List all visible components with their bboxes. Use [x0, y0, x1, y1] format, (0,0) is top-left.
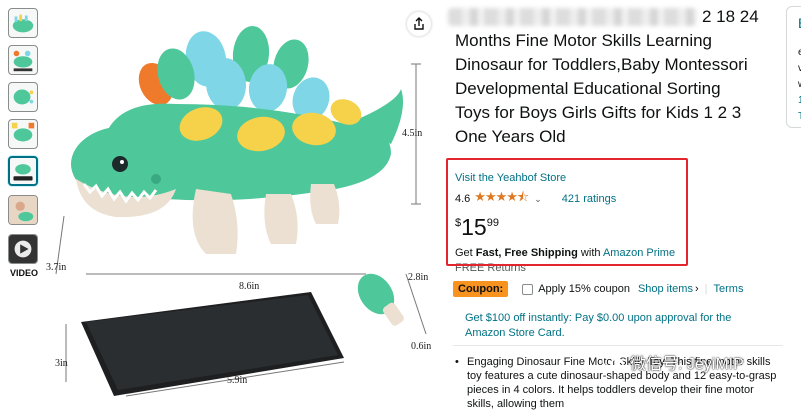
chevron-right-icon: › — [694, 283, 699, 295]
blurred-title-text — [448, 8, 698, 26]
rating-value: 4.6 — [455, 193, 471, 205]
right-buy-box-edge: B e v w 1 T — [786, 0, 801, 401]
wechat-watermark: 微信号: JeyiMIP — [602, 350, 744, 374]
thumbnail-4[interactable] — [8, 119, 38, 149]
dinosaur-thumbnail-image — [13, 50, 33, 72]
product-title: Months Fine Motor Skills Learning Dinosa… — [455, 31, 748, 146]
shipping-bold: Fast, Free Shipping — [475, 247, 578, 259]
dimension-height: 4.5in — [402, 128, 423, 139]
loose-spike-piece — [357, 273, 404, 326]
share-icon — [414, 17, 424, 30]
dimension-left-height: 3.7in — [46, 262, 67, 273]
price: $ 15 99 — [455, 214, 499, 240]
free-returns-link[interactable]: FREE Returns — [455, 262, 526, 271]
price-whole: 15 — [461, 214, 487, 240]
terms-link[interactable]: Terms — [714, 283, 744, 295]
main-product-image[interactable]: 4.5in 3.7in 8.6in 2.8in 0.6in 3in 5.9in — [46, 4, 440, 401]
shipping-info: Get Fast, Free Shipping with Amazon Prim… — [455, 247, 675, 259]
dimension-phone-width: 5.9in — [227, 375, 248, 386]
shipping-with: with — [577, 247, 603, 259]
share-button[interactable] — [407, 12, 431, 36]
watermark-text: 微信号: JeyiMIP — [630, 356, 744, 373]
coupon-badge: Coupon: — [453, 281, 509, 297]
apply-coupon-label[interactable]: Apply 15% coupon — [538, 283, 630, 295]
child-playing-thumbnail-image — [9, 196, 37, 224]
video-thumbnail[interactable] — [8, 234, 38, 264]
store-card-promo-link[interactable]: Get $100 off instantly: Pay $0.00 upon a… — [465, 311, 765, 341]
title-first-line: 2 18 24 — [448, 6, 768, 28]
thumbnail-1[interactable] — [8, 8, 38, 38]
thumbnail-2[interactable] — [8, 45, 38, 75]
bullet-dot: • — [455, 356, 459, 368]
dinosaur-thumbnail-image — [13, 89, 34, 105]
dinosaur-thumbnail-image — [11, 122, 35, 142]
dinosaur-toy-illustration — [55, 26, 427, 397]
video-label: VIDEO — [9, 268, 38, 278]
star-rating-icon[interactable]: ★★★★⯪ — [474, 188, 529, 210]
thumbnail-5[interactable] — [8, 156, 38, 186]
wechat-icon — [602, 354, 624, 370]
rating-row: 4.6 ★★★★⯪ ⌄ 421 ratings — [455, 188, 616, 210]
chevron-down-icon[interactable]: ⌄ — [534, 194, 542, 205]
price-fraction: 99 — [486, 217, 499, 229]
visit-store-link[interactable]: Visit the Yeahbof Store — [455, 172, 566, 184]
dimension-side-length: 2.8in — [408, 272, 429, 283]
shipping-prefix: Get — [455, 247, 476, 259]
apply-coupon-checkbox[interactable] — [522, 283, 534, 295]
separator: | — [704, 283, 708, 295]
buy-box-partial[interactable]: B e v w 1 T — [786, 6, 801, 128]
dinosaur-thumbnail-image — [12, 14, 34, 33]
dimension-phone-height: 3in — [55, 358, 68, 369]
amazon-prime-link[interactable]: Amazon Prime — [603, 247, 675, 259]
dimension-small-height: 0.6in — [411, 341, 432, 352]
title-visible-fragment: 2 18 24 — [702, 7, 759, 26]
dinosaur-thumbnail-image — [13, 164, 33, 181]
dimension-width-top: 8.6in — [239, 281, 260, 292]
shop-items-link[interactable]: Shop items — [638, 283, 693, 295]
thumbnail-3[interactable] — [8, 82, 38, 112]
thumbnail-6[interactable] — [8, 195, 38, 225]
ratings-count-link[interactable]: 421 ratings — [562, 193, 616, 205]
divider — [453, 345, 783, 346]
play-icon — [9, 235, 37, 263]
coupon-row: Coupon: Apply 15% coupon Shop items › | … — [453, 281, 743, 297]
